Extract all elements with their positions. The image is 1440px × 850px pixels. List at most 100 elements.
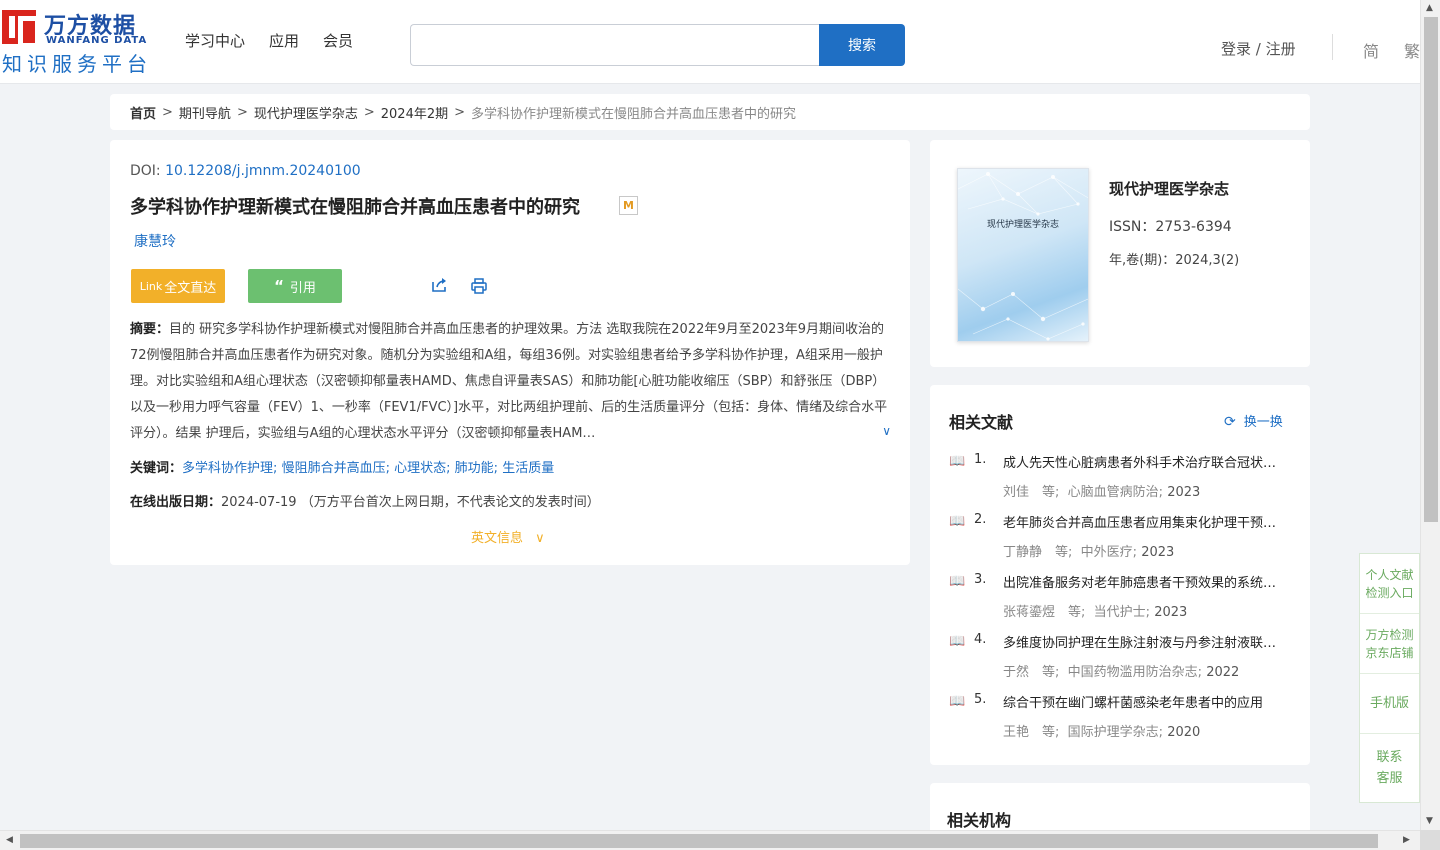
login-register-link[interactable]: 登录 / 注册 — [1221, 38, 1296, 59]
expand-abstract-icon[interactable]: ∨ — [871, 424, 891, 438]
list-item: 📖 1. 成人先天性心脏病患者外科手术治疗联合冠状动脉旁路移植术的临床研究 刘佳… — [949, 450, 1294, 510]
crumb-separator: > — [363, 104, 375, 120]
medline-badge-icon: M — [619, 196, 638, 215]
fulltext-label: 全文直达 — [164, 280, 217, 296]
item-title[interactable]: 综合干预在幽门螺杆菌感染老年患者中的应用 — [1003, 692, 1288, 711]
item-meta: 丁静静 等; 中外医疗; 2023 — [1003, 545, 1175, 560]
scroll-right-icon[interactable]: ▶ — [1403, 835, 1410, 845]
list-item: 📖 3. 出院准备服务对老年肺癌患者干预效果的系统评价 张蒋鎏煜 等; 当代护士… — [949, 570, 1294, 630]
pubdate-note: （万方平台首次上网日期，不代表论文的发表时间） — [300, 495, 600, 510]
refresh-button[interactable]: ⟳ 换一换 — [1224, 411, 1283, 430]
logo-mark-icon — [2, 10, 40, 48]
scrollbar-corner — [1420, 830, 1440, 850]
journal-issn: ISSN：2753-6394 — [1109, 219, 1232, 235]
english-info-toggle[interactable]: 英文信息 ∨ — [471, 527, 545, 546]
list-item: 📖 2. 老年肺炎合并高血压患者应用集束化护理干预的效果 丁静静 等; 中外医疗… — [949, 510, 1294, 570]
nav-study-center[interactable]: 学习中心 — [185, 30, 245, 51]
top-header: 万方数据 WANFANG DATA 知识服务平台 学习中心 应用 会员 搜索 登… — [0, 0, 1420, 84]
item-number: 1. — [974, 452, 987, 467]
header-divider — [1332, 34, 1333, 60]
item-meta: 刘佳 等; 心脑血管病防治; 2023 — [1003, 485, 1201, 500]
cite-label: 引用 — [289, 280, 316, 296]
pubdate-label: 在线出版日期： — [130, 495, 222, 510]
crumb-home[interactable]: 首页 — [130, 103, 156, 122]
crumb-current: 多学科协作护理新模式在慢阻肺合并高血压患者中的研究 — [471, 106, 797, 122]
abstract-text: 目的 研究多学科协作护理新模式对慢阻肺合并高血压患者的护理效果。方法 选取我院在… — [130, 322, 888, 441]
journal-cover[interactable]: 现代护理医学杂志 — [957, 168, 1089, 342]
author-link[interactable]: 康慧玲 — [134, 231, 176, 251]
personal-check-entry[interactable]: 个人文献 检测入口 — [1360, 554, 1419, 614]
lang-simplified[interactable]: 简 — [1363, 38, 1379, 62]
keywords-label: 关键词： — [130, 461, 183, 476]
book-icon: 📖 — [949, 454, 966, 469]
print-icon[interactable] — [470, 277, 488, 295]
nav-apps[interactable]: 应用 — [269, 30, 299, 51]
list-item: 📖 5. 综合干预在幽门螺杆菌感染老年患者中的应用 王艳 等; 国际护理学杂志;… — [949, 690, 1294, 750]
mobile-version-link[interactable]: 手机版 — [1360, 674, 1419, 734]
keywords-line: 关键词：多学科协作护理; 慢阻肺合并高血压; 心理状态; 肺功能; 生活质量 — [130, 461, 555, 476]
share-icon[interactable] — [430, 276, 448, 294]
quote-icon: “ — [274, 277, 284, 295]
lang-traditional[interactable]: 繁 — [1404, 38, 1420, 62]
scroll-left-icon[interactable]: ◀ — [6, 835, 13, 845]
journal-name[interactable]: 现代护理医学杂志 — [1109, 178, 1229, 199]
horizontal-scroll-thumb[interactable] — [20, 834, 1378, 848]
wanfang-logo[interactable]: 万方数据 WANFANG DATA 知识服务平台 — [2, 8, 152, 76]
item-number: 3. — [974, 572, 987, 587]
crumb-separator: > — [162, 104, 173, 120]
scroll-up-icon[interactable]: ▲ — [1426, 3, 1433, 13]
related-heading: 相关文献 — [949, 413, 1014, 432]
journal-year-volume: 年,卷(期)：2024,3(2) — [1109, 253, 1240, 268]
refresh-icon: ⟳ — [1224, 414, 1236, 430]
floating-sidebar: 个人文献 检测入口 万方检测 京东店铺 手机版 联系 客服 — [1359, 553, 1420, 803]
keyword-link[interactable]: 生活质量 — [502, 461, 554, 476]
scroll-down-icon[interactable]: ▼ — [1426, 816, 1433, 826]
logo-english: WANFANG DATA — [46, 35, 148, 46]
pubdate-value: 2024-07-19 — [221, 495, 297, 510]
vertical-scroll-thumb[interactable] — [1424, 17, 1438, 522]
item-title[interactable]: 多维度协同护理在生脉注射液与丹参注射液联合使用中的应用 — [1003, 632, 1288, 651]
abstract-label: 摘要： — [130, 322, 170, 337]
horizontal-scrollbar[interactable]: ◀ ▶ — [0, 830, 1420, 850]
doi-link[interactable]: 10.12208/j.jmnm.20240100 — [165, 163, 361, 179]
vertical-scrollbar[interactable]: ▲ ▼ — [1420, 0, 1440, 830]
article-card: DOI: 10.12208/j.jmnm.20240100 多学科协作护理新模式… — [110, 140, 910, 565]
cover-network-pattern — [958, 172, 1088, 341]
item-title[interactable]: 成人先天性心脏病患者外科手术治疗联合冠状动脉旁路移植术的临床研究 — [1003, 452, 1288, 471]
breadcrumb: 首页 > 期刊导航 > 现代护理医学杂志 > 2024年2期 > 多学科协作护理… — [110, 94, 1310, 130]
crumb-journal-nav[interactable]: 期刊导航 — [179, 103, 231, 122]
keyword-link[interactable]: 多学科协作护理 — [182, 461, 273, 476]
item-title[interactable]: 出院准备服务对老年肺癌患者干预效果的系统评价 — [1003, 572, 1288, 591]
cover-title: 现代护理医学杂志 — [986, 220, 1059, 230]
link-icon: Link — [139, 279, 163, 293]
related-literature-card: 相关文献 ⟳ 换一换 📖 1. 成人先天性心脏病患者外科手术治疗联合冠状动脉旁路移… — [930, 385, 1310, 765]
keyword-link[interactable]: 心理状态 — [394, 461, 446, 476]
item-meta: 于然 等; 中国药物滥用防治杂志; 2022 — [1003, 665, 1240, 680]
crumb-issue[interactable]: 2024年2期 — [381, 103, 448, 122]
doi-label: DOI: — [130, 163, 161, 179]
book-icon: 📖 — [949, 574, 966, 589]
main-nav: 学习中心 应用 会员 — [185, 30, 353, 51]
search-button[interactable]: 搜索 — [819, 24, 905, 66]
book-icon: 📖 — [949, 514, 966, 529]
crumb-journal[interactable]: 现代护理医学杂志 — [254, 103, 358, 122]
book-icon: 📖 — [949, 634, 966, 649]
item-number: 4. — [974, 632, 987, 647]
item-title[interactable]: 老年肺炎合并高血压患者应用集束化护理干预的效果 — [1003, 512, 1288, 531]
cite-button[interactable]: “ 引用 — [248, 269, 342, 303]
keyword-link[interactable]: 肺功能 — [455, 461, 494, 476]
chevron-down-icon: ∨ — [535, 531, 545, 546]
search-input[interactable] — [410, 24, 820, 66]
book-icon: 📖 — [949, 694, 966, 709]
keyword-link[interactable]: 慢阻肺合并高血压 — [282, 461, 386, 476]
contact-support-link[interactable]: 联系 客服 — [1360, 734, 1419, 802]
fulltext-button[interactable]: Link 全文直达 — [131, 269, 225, 303]
orgs-heading: 相关机构 — [947, 811, 1012, 830]
item-meta: 王艳 等; 国际护理学杂志; 2020 — [1003, 725, 1201, 740]
pubdate-line: 在线出版日期：2024-07-19 （万方平台首次上网日期，不代表论文的发表时间… — [130, 491, 600, 510]
nav-membership[interactable]: 会员 — [323, 30, 353, 51]
journal-card: 现代护理医学杂志 现代护理医学杂志 ISSN：2753-6394 年,卷(期)：… — [930, 140, 1310, 367]
jd-store-link[interactable]: 万方检测 京东店铺 — [1360, 614, 1419, 674]
abstract: 摘要：目的 研究多学科协作护理新模式对慢阻肺合并高血压患者的护理效果。方法 选取… — [130, 317, 890, 447]
search-bar: 搜索 — [410, 24, 905, 66]
